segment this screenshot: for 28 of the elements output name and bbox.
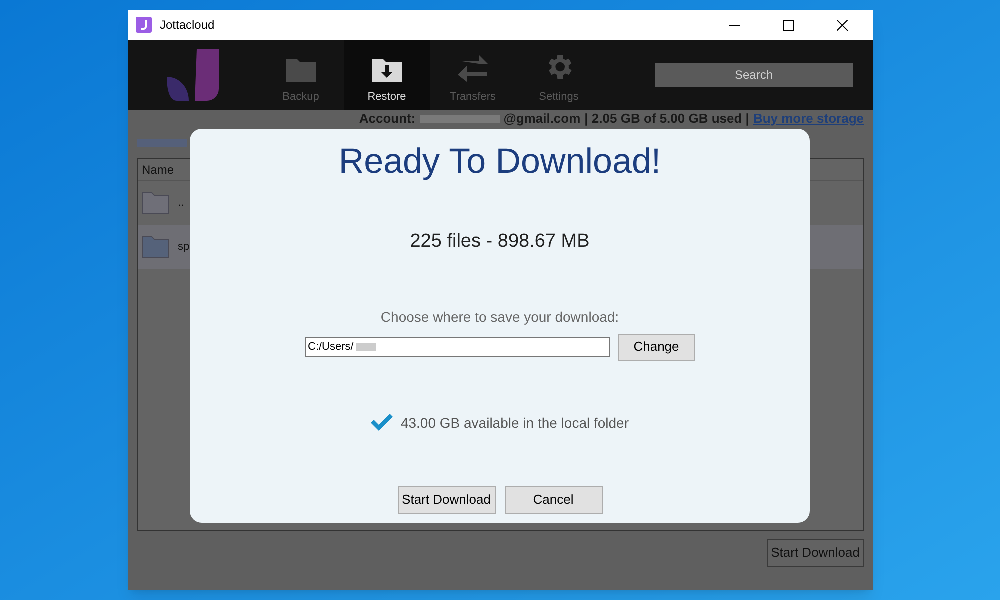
change-button[interactable]: Change [618,334,695,360]
account-email: @gmail.com [504,112,581,125]
folder-icon [142,191,170,215]
app-logo-icon [167,49,219,101]
close-icon [836,20,848,30]
save-path-field[interactable]: C:/Users/ [305,337,610,357]
blurred-breadcrumb [137,138,187,146]
file-name: sp [178,240,190,255]
swap-arrows-icon [457,52,489,82]
download-summary: 225 files - 898.67 MB [410,230,590,254]
column-header: Name [142,162,174,178]
toolbar-tab[interactable]: Restore [344,40,430,110]
file-name: .. [178,196,184,211]
dialog-button[interactable]: Start Download [398,486,496,514]
maximize-icon [782,20,794,30]
folder-icon [142,235,170,259]
blurred-username [356,343,376,351]
storage-usage: | 2.05 GB of 5.00 GB used | [584,112,750,125]
available-space-note: 43.00 GB available in the local folder [400,414,630,432]
account-label: Account: [359,112,416,125]
search-field[interactable]: Search [655,63,853,87]
save-location-prompt: Choose where to save your download: [380,308,620,327]
checkmark-icon [370,414,393,432]
window-title: Jottacloud [160,17,215,34]
app-logo-icon [136,17,152,33]
dialog-button[interactable]: Cancel [504,486,602,514]
minimize-icon [728,24,740,26]
dialog-title: Ready To Download! [338,141,662,183]
